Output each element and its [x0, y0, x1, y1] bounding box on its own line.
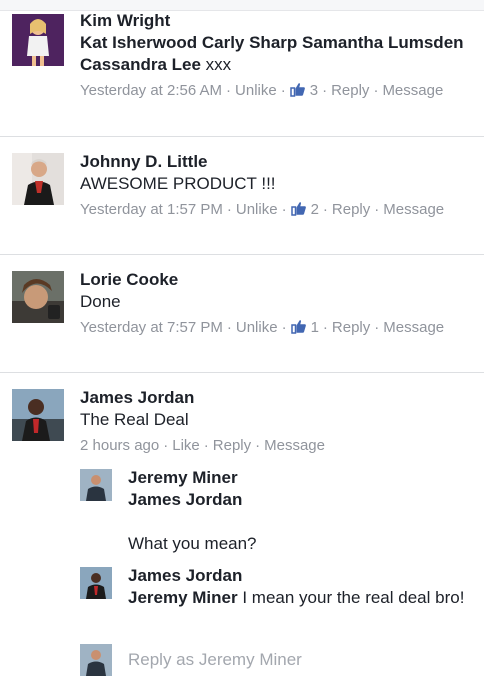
like-thumb-icon: [289, 81, 306, 103]
like-thumb-icon: [290, 200, 307, 222]
reply-link[interactable]: Reply: [331, 82, 369, 99]
avatar[interactable]: [12, 153, 64, 205]
reply-author[interactable]: James Jordan: [128, 565, 470, 587]
avatar: [80, 644, 112, 676]
comment-author[interactable]: Johnny D. Little: [80, 151, 470, 173]
unlike-link[interactable]: Unlike: [235, 82, 277, 99]
comment-text: The Real Deal: [80, 410, 189, 429]
divider: [0, 372, 484, 373]
reply-link[interactable]: Reply: [213, 437, 251, 454]
divider: [0, 254, 484, 255]
comment-meta: Yesterday at 2:56 AM · Unlike · 3 · Reply · Mess…: [80, 81, 470, 103]
comment-text: Done: [80, 292, 121, 311]
reply-input[interactable]: Reply as Jeremy Miner: [128, 649, 302, 671]
unlike-link[interactable]: Unlike: [236, 201, 278, 218]
like-count[interactable]: 3: [310, 82, 318, 99]
reply-text-plain: I mean your the real deal bro!: [237, 588, 465, 607]
reply-link[interactable]: Reply: [332, 201, 370, 218]
reply-text: Jeremy Miner I mean your the real deal b…: [128, 587, 470, 609]
comment-author[interactable]: Kim Wright: [80, 10, 470, 32]
message-link[interactable]: Message: [383, 201, 444, 218]
comment-text: AWESOME PRODUCT !!!: [80, 174, 276, 193]
like-count[interactable]: 2: [311, 201, 319, 218]
comment-meta: 2 hours ago · Like · Reply · Message: [80, 437, 325, 454]
message-link[interactable]: Message: [383, 319, 444, 336]
avatar[interactable]: [80, 567, 112, 599]
reply-mention[interactable]: James Jordan: [128, 490, 242, 509]
comment-author[interactable]: James Jordan: [80, 387, 470, 409]
comment-text-plain: xxx: [200, 55, 232, 74]
comment-meta: Yesterday at 1:57 PM · Unlike · 2 · Reply · Mess…: [80, 200, 470, 222]
comment-timestamp[interactable]: Yesterday at 1:57 PM: [80, 201, 223, 218]
message-link[interactable]: Message: [264, 437, 325, 454]
avatar[interactable]: [12, 14, 64, 66]
like-count[interactable]: 1: [311, 319, 319, 336]
comment-text: Kat Isherwood Carly Sharp Samantha Lumsd…: [80, 32, 470, 76]
divider: [0, 136, 484, 137]
reply-link[interactable]: Reply: [332, 319, 370, 336]
unlike-link[interactable]: Unlike: [236, 319, 278, 336]
like-link[interactable]: Like: [172, 437, 200, 454]
avatar[interactable]: [12, 271, 64, 323]
comment-timestamp[interactable]: 2 hours ago: [80, 437, 159, 454]
reply-mention-line: James Jordan: [128, 489, 470, 511]
comment-timestamp[interactable]: Yesterday at 2:56 AM: [80, 82, 222, 99]
comment-author[interactable]: Lorie Cooke: [80, 269, 470, 291]
message-link[interactable]: Message: [382, 82, 443, 99]
reply-mention[interactable]: Jeremy Miner: [128, 588, 238, 607]
reply-text: What you mean?: [128, 534, 257, 553]
comment-meta: Yesterday at 7:57 PM · Unlike · 1 · Reply · Mess…: [80, 318, 470, 340]
comment-timestamp[interactable]: Yesterday at 7:57 PM: [80, 319, 223, 336]
avatar[interactable]: [80, 469, 112, 501]
avatar[interactable]: [12, 389, 64, 441]
like-thumb-icon: [290, 318, 307, 340]
reply-author[interactable]: Jeremy Miner: [128, 467, 470, 489]
comment-mentions[interactable]: Kat Isherwood Carly Sharp Samantha Lumsd…: [80, 33, 464, 74]
